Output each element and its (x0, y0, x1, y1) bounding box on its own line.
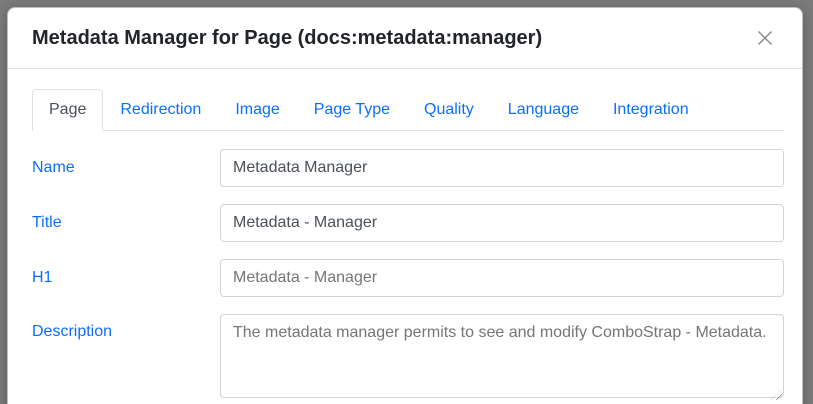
name-label[interactable]: Name (32, 159, 220, 177)
tab-language[interactable]: Language (491, 89, 596, 131)
description-label[interactable]: Description (32, 314, 220, 341)
tab-integration[interactable]: Integration (596, 89, 706, 131)
description-textarea[interactable] (220, 314, 784, 398)
tab-redirection[interactable]: Redirection (103, 89, 218, 131)
close-icon (756, 35, 774, 50)
metadata-manager-dialog: Metadata Manager for Page (docs:metadata… (7, 7, 803, 404)
description-field-wrap (220, 314, 784, 403)
title-field-wrap (220, 204, 784, 242)
close-button[interactable] (752, 25, 778, 51)
tab-page[interactable]: Page (32, 89, 103, 131)
h1-field-wrap (220, 259, 784, 297)
name-field-wrap (220, 149, 784, 187)
dialog-title: Metadata Manager for Page (docs:metadata… (32, 23, 542, 53)
form-row-h1: H1 (32, 259, 784, 297)
form-row-name: Name (32, 149, 784, 187)
h1-label[interactable]: H1 (32, 269, 220, 287)
dialog-body: Page Redirection Image Page Type Quality… (8, 69, 802, 404)
name-input[interactable] (220, 149, 784, 187)
form-row-title: Title (32, 204, 784, 242)
page-metadata-form: Name Title H1 (32, 131, 784, 403)
tab-bar: Page Redirection Image Page Type Quality… (32, 89, 784, 131)
title-label[interactable]: Title (32, 214, 220, 232)
tab-image[interactable]: Image (218, 89, 296, 131)
form-row-description: Description (32, 314, 784, 403)
tab-quality[interactable]: Quality (407, 89, 491, 131)
title-input[interactable] (220, 204, 784, 242)
dialog-header: Metadata Manager for Page (docs:metadata… (8, 8, 802, 69)
tab-page-type[interactable]: Page Type (297, 89, 407, 131)
h1-input[interactable] (220, 259, 784, 297)
